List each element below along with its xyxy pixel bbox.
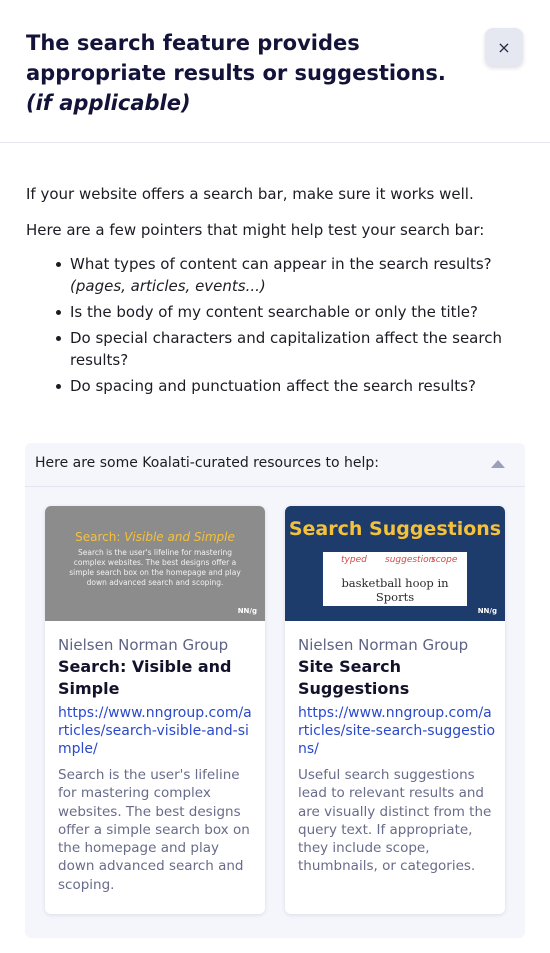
nngroup-logo: NN/g xyxy=(237,607,257,615)
list-item-note: (pages, articles, events...) xyxy=(70,277,266,295)
close-icon: × xyxy=(497,37,511,57)
pointer-list: What types of content can appear in the … xyxy=(26,253,526,397)
card-description: Useful search suggestions lead to releva… xyxy=(298,767,492,875)
thumbnail-text: Search is the user's lifeline for master… xyxy=(69,548,241,587)
modal-title: The search feature provides appropriate … xyxy=(26,28,456,118)
thumbnail-sketch: typed suggestion scope basketball hoop i… xyxy=(323,552,467,606)
intro-paragraph: If your website offers a search bar, mak… xyxy=(26,185,474,203)
resource-card-search-suggestions[interactable]: Search Suggestions typed suggestion scop… xyxy=(285,506,505,914)
list-item: Do special characters and capitalization… xyxy=(56,327,526,371)
card-link[interactable]: https://www.nngroup.com/articles/search-… xyxy=(58,704,256,758)
card-body: Nielsen Norman Group Search: Visible and… xyxy=(58,634,256,894)
resources-header: Here are some Koalati-curated resources … xyxy=(35,455,379,471)
nngroup-logo: NN/g xyxy=(477,607,497,615)
card-title[interactable]: Site Search Suggestions xyxy=(298,656,496,700)
resource-card-search-visible[interactable]: Search: Visible and Simple Search is the… xyxy=(45,506,265,914)
list-item: Is the body of my content searchable or … xyxy=(56,301,526,323)
resource-thumbnail: Search: Visible and Simple Search is the… xyxy=(45,506,265,621)
list-item: Do spacing and punctuation affect the se… xyxy=(56,375,526,397)
card-link[interactable]: https://www.nngroup.com/articles/site-se… xyxy=(298,704,496,758)
resources-toggle[interactable]: Here are some Koalati-curated resources … xyxy=(25,443,525,487)
modal-body: If your website offers a search bar, mak… xyxy=(26,183,526,401)
list-item: What types of content can appear in the … xyxy=(56,253,526,297)
card-source: Nielsen Norman Group xyxy=(58,636,229,654)
thumbnail-heading: Search: Visible and Simple xyxy=(75,530,235,544)
modal-header: The search feature provides appropriate … xyxy=(0,0,550,143)
modal-title-note: (if applicable) xyxy=(26,91,191,115)
card-description: Search is the user's lifeline for master… xyxy=(58,767,250,893)
resource-thumbnail: Search Suggestions typed suggestion scop… xyxy=(285,506,505,621)
card-title[interactable]: Search: Visible and Simple xyxy=(58,656,256,700)
card-body: Nielsen Norman Group Site Search Suggest… xyxy=(298,634,496,876)
close-button[interactable]: × xyxy=(485,28,523,66)
thumbnail-heading: Search Suggestions xyxy=(288,518,502,540)
resources-panel: Here are some Koalati-curated resources … xyxy=(25,443,525,938)
pointers-intro: Here are a few pointers that might help … xyxy=(26,221,485,239)
modal-title-main: The search feature provides appropriate … xyxy=(26,31,446,85)
chevron-up-icon xyxy=(491,460,505,468)
card-source: Nielsen Norman Group xyxy=(298,636,469,654)
